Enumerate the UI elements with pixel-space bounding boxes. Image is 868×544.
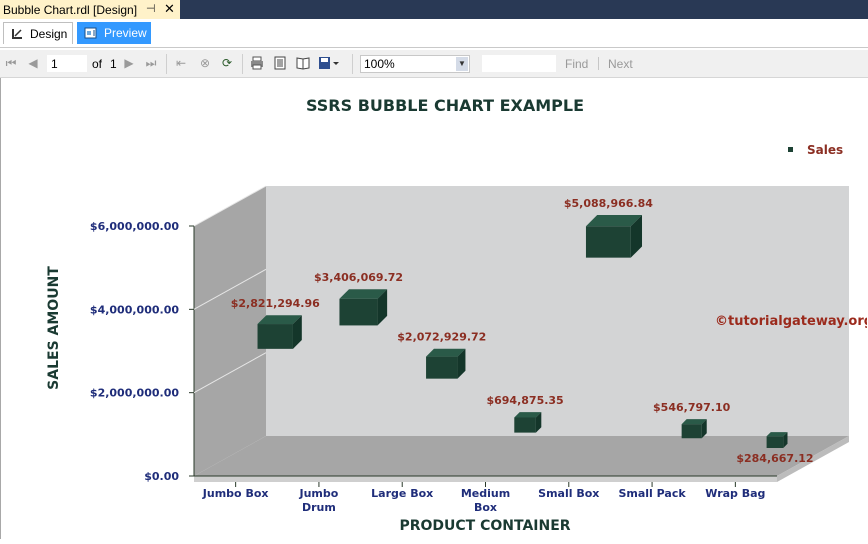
x-axis-title: PRODUCT CONTAINER: [399, 518, 570, 534]
legend-marker: [788, 147, 793, 152]
total-pages-label: 1: [110, 57, 117, 71]
bubble-face: [585, 226, 631, 258]
x-category-label: Box: [474, 501, 497, 514]
document-tab[interactable]: Bubble Chart.rdl [Design] ⊣ ✕: [0, 0, 180, 19]
data-label: $694,875.35: [486, 394, 563, 407]
bubble-face: [339, 298, 378, 326]
next-page-icon[interactable]: ▶: [122, 56, 136, 70]
data-label: $5,088,966.84: [564, 197, 653, 210]
y-axis-title: SALES AMOUNT: [46, 266, 62, 390]
y-tick-label: $0.00: [144, 470, 179, 483]
last-page-icon[interactable]: ⏭: [144, 56, 158, 70]
previous-page-icon[interactable]: ◀: [26, 56, 40, 70]
first-page-icon[interactable]: ⏮: [4, 56, 18, 70]
floor-edge: [194, 476, 777, 482]
bubble-face: [681, 424, 702, 439]
document-tab-title: Bubble Chart.rdl [Design]: [3, 2, 138, 17]
pin-icon[interactable]: ⊣: [146, 2, 156, 15]
tab-preview-label: Preview: [104, 26, 147, 40]
toolbar-separator: [166, 54, 167, 74]
bubble: [766, 432, 788, 448]
data-label: $2,072,929.72: [397, 331, 486, 344]
tab-design-label: Design: [30, 26, 68, 41]
tab-preview[interactable]: Preview: [77, 22, 151, 44]
chevron-down-icon[interactable]: ▼: [456, 57, 468, 71]
toolbar-separator: [242, 54, 243, 74]
bubble: [426, 348, 466, 379]
find-link[interactable]: Find: [565, 57, 588, 71]
print-icon[interactable]: [250, 56, 264, 70]
bubble-face: [426, 356, 458, 379]
preview-icon: [84, 27, 97, 39]
x-category-label: Small Box: [538, 487, 599, 500]
view-tab-strip: Design Preview: [0, 19, 868, 48]
export-icon[interactable]: [318, 56, 340, 70]
toolbar-separator: [352, 54, 353, 74]
bubble-face: [514, 417, 536, 433]
x-category-label: Jumbo Box: [202, 487, 269, 500]
zoom-value: 100%: [364, 57, 395, 71]
data-label: $2,821,294.96: [231, 297, 320, 310]
bubble: [585, 215, 643, 258]
find-separator: [598, 57, 599, 70]
bubble: [339, 289, 388, 326]
bubble: [681, 419, 707, 439]
watermark-text: ©tutorialgateway.org: [715, 314, 867, 329]
x-category-label: Medium: [461, 487, 510, 500]
page-setup-icon[interactable]: [296, 56, 310, 70]
bubble: [514, 412, 542, 433]
print-layout-icon[interactable]: [273, 56, 287, 70]
chart-title: SSRS BUBBLE CHART EXAMPLE: [306, 96, 584, 115]
back-icon[interactable]: ⇤: [174, 56, 188, 70]
y-tick-label: $2,000,000.00: [90, 387, 179, 400]
close-icon[interactable]: ✕: [164, 1, 175, 17]
legend-sales-label: Sales: [807, 143, 843, 157]
report-canvas: SSRS BUBBLE CHART EXAMPLE Sales $0.00 $2,…: [0, 78, 868, 539]
bubble-chart: SSRS BUBBLE CHART EXAMPLE Sales $0.00 $2,…: [46, 96, 868, 534]
x-category-label: Jumbo: [299, 487, 339, 500]
data-label: $3,406,069.72: [314, 271, 403, 284]
x-axis-categories: Jumbo Box JumboDrum Large Box MediumBox Smal…: [202, 482, 765, 514]
of-label: of: [92, 57, 103, 71]
x-category-label: Drum: [302, 501, 336, 514]
page-number-input[interactable]: 1: [47, 55, 87, 72]
bubble-face: [766, 436, 784, 448]
bubble: [257, 315, 302, 349]
next-link[interactable]: Next: [608, 57, 633, 71]
y-axis-ticks: $0.00 $2,000,000.00 $4,000,000.00 $6,000,00…: [90, 220, 194, 483]
report-toolbar: ⏮ ◀ 1 of 1 ▶ ⏭ ⇤ ⊗ ⟳ 100% ▼ Find Next: [0, 50, 868, 78]
bubble-face: [257, 324, 293, 349]
y-tick-label: $4,000,000.00: [90, 303, 179, 316]
document-tab-strip: Bubble Chart.rdl [Design] ⊣ ✕: [0, 0, 868, 19]
x-category-label: Large Box: [371, 487, 433, 500]
stop-icon[interactable]: ⊗: [198, 56, 212, 70]
refresh-icon[interactable]: ⟳: [220, 56, 234, 70]
y-tick-label: $6,000,000.00: [90, 220, 179, 233]
find-input[interactable]: [482, 55, 556, 72]
side-wall: [194, 186, 266, 476]
zoom-select[interactable]: 100% ▼: [360, 55, 470, 73]
tab-design[interactable]: Design: [3, 22, 73, 44]
data-label: $546,797.10: [653, 401, 731, 414]
x-category-label: Small Pack: [618, 487, 686, 500]
data-label: $284,667.12: [736, 452, 813, 465]
design-icon: [12, 28, 22, 39]
x-category-label: Wrap Bag: [705, 487, 765, 500]
